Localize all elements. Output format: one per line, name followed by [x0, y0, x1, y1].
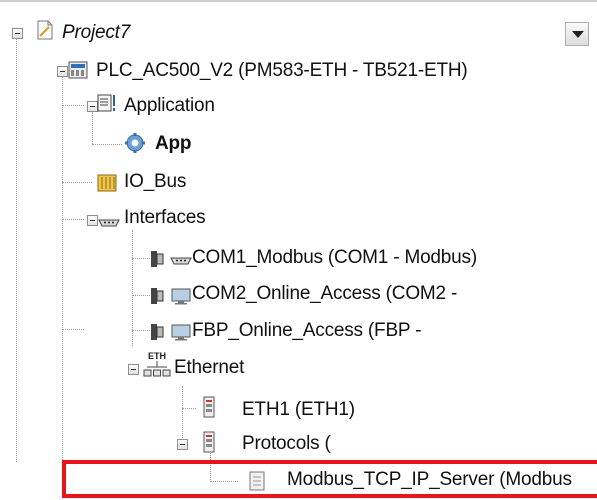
collapse-toggle[interactable]: [177, 439, 188, 450]
tree-item-label: Ethernet: [174, 357, 245, 378]
top-border: [0, 0, 597, 2]
device-tree: Project7 PLC_AC500_V2 (PM583-ETH - TB521…: [0, 0, 597, 500]
tree-item-label: Project7: [62, 22, 131, 43]
tree-connector: [62, 329, 84, 330]
gear-icon: [124, 132, 146, 154]
tree-item-io-bus[interactable]: IO_Bus: [124, 165, 186, 199]
application-icon: [96, 92, 118, 114]
tree-item-app[interactable]: App: [155, 127, 192, 161]
tree-item-com1-modbus[interactable]: COM1_Modbus (COM1 - Modbus): [192, 241, 477, 275]
tree-connector: [92, 144, 122, 145]
tree-connector: [182, 408, 196, 409]
tree-connector: [92, 112, 93, 144]
plc-device-icon: [67, 59, 89, 81]
collapse-toggle[interactable]: [12, 28, 23, 39]
tree-connector: [62, 182, 92, 183]
tree-item-label: Protocols (: [242, 433, 331, 454]
tree-item-project[interactable]: Project7: [62, 16, 130, 50]
tree-connector: [182, 386, 183, 438]
serial-port-icon: [98, 210, 120, 232]
ethernet-icon: ETH: [143, 350, 171, 380]
monitor-icon: [170, 285, 192, 307]
connector-icon: [148, 285, 170, 307]
eth-badge-text: ETH: [148, 351, 166, 361]
tree-item-label: App: [155, 133, 192, 154]
serial-port-icon: [170, 248, 192, 270]
tree-item-label: Interfaces: [124, 207, 206, 228]
tree-connector: [62, 219, 84, 220]
dropdown-arrow-button[interactable]: [565, 22, 589, 46]
tree-item-eth1[interactable]: ETH1 (ETH1): [242, 393, 355, 427]
tree-item-label: PLC_AC500_V2 (PM583-ETH - TB521-ETH): [96, 60, 468, 81]
connector-icon: [148, 321, 170, 343]
tree-item-application[interactable]: Application: [124, 89, 215, 123]
tree-connector: [132, 230, 133, 346]
tree-item-label: Application: [124, 95, 215, 116]
network-module-icon: [198, 396, 220, 418]
tree-connector: [16, 38, 17, 462]
tree-item-label: COM2_Online_Access (COM2 -: [192, 283, 458, 304]
tree-item-fbp-online-access[interactable]: FBP_Online_Access (FBP -: [192, 314, 421, 348]
tree-item-plc[interactable]: PLC_AC500_V2 (PM583-ETH - TB521-ETH): [96, 54, 468, 88]
tree-item-ethernet[interactable]: Ethernet: [174, 351, 244, 385]
tree-item-label: IO_Bus: [124, 171, 187, 192]
io-bus-icon: [96, 172, 118, 194]
collapse-toggle[interactable]: [87, 215, 98, 226]
tree-item-protocols[interactable]: Protocols (: [242, 427, 331, 461]
tree-item-label: COM1_Modbus (COM1 - Modbus): [192, 247, 477, 268]
tree-connector: [62, 105, 84, 106]
collapse-toggle[interactable]: [128, 364, 139, 375]
tree-item-label: ETH1 (ETH1): [242, 399, 355, 420]
selection-highlight-box: [62, 460, 597, 498]
monitor-icon: [170, 321, 192, 343]
tree-connector: [62, 76, 63, 460]
tree-item-label: FBP_Online_Access (FBP -: [192, 320, 422, 341]
connector-icon: [148, 248, 170, 270]
tree-item-com2-online-access[interactable]: COM2_Online_Access (COM2 -: [192, 277, 457, 311]
network-module-icon: [198, 431, 220, 453]
document-icon: [34, 19, 56, 41]
tree-item-interfaces[interactable]: Interfaces: [124, 201, 206, 235]
